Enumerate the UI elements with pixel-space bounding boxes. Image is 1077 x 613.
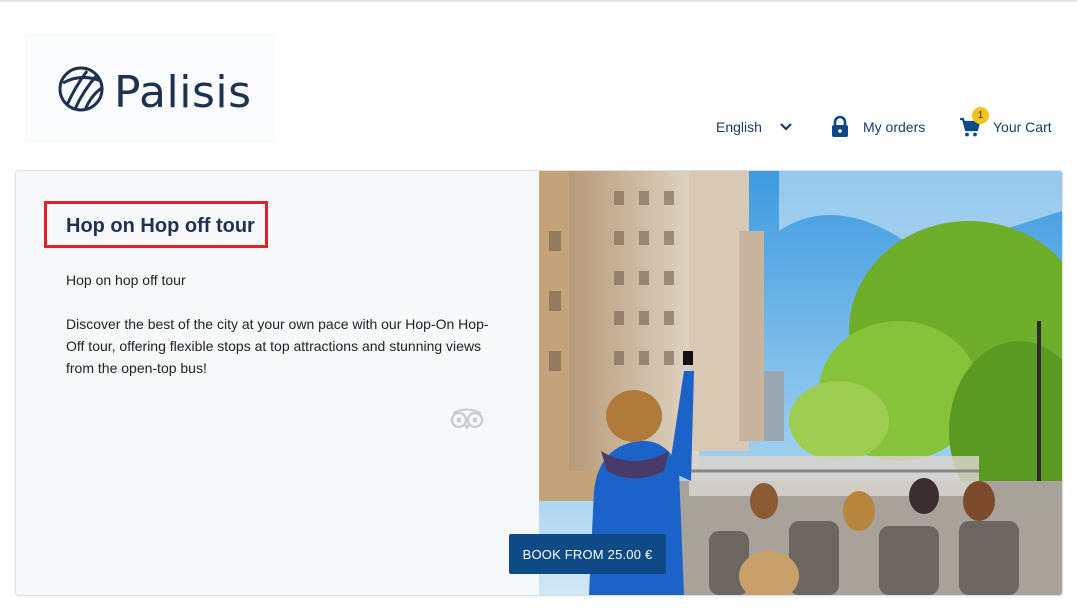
- chevron-down-icon: [780, 123, 792, 131]
- book-button[interactable]: BOOK FROM 25.00 €: [509, 534, 666, 574]
- cart-label: Your Cart: [993, 119, 1052, 135]
- top-divider: [0, 0, 1077, 2]
- tour-photo: [539, 171, 1062, 595]
- brand-logo[interactable]: Palisis: [25, 33, 275, 143]
- cart-link[interactable]: 1 Your Cart: [958, 107, 1052, 142]
- globe-logo-icon: [58, 66, 104, 112]
- my-orders-link[interactable]: My orders: [829, 112, 925, 142]
- tour-title[interactable]: Hop on Hop off tour: [66, 215, 255, 238]
- tour-card[interactable]: Hop on Hop off tour Hop on hop off tour …: [15, 170, 1063, 596]
- cart-count-badge: 1: [972, 107, 989, 124]
- language-label: English: [716, 119, 762, 135]
- language-selector[interactable]: English: [716, 112, 793, 142]
- tour-description: Discover the best of the city at your ow…: [66, 316, 489, 376]
- brand-name: Palisis: [114, 67, 252, 118]
- tour-subtitle: Hop on hop off tour: [66, 272, 186, 288]
- my-orders-label: My orders: [863, 119, 926, 135]
- lock-icon: [832, 115, 848, 137]
- tripadvisor-icon: [450, 408, 484, 429]
